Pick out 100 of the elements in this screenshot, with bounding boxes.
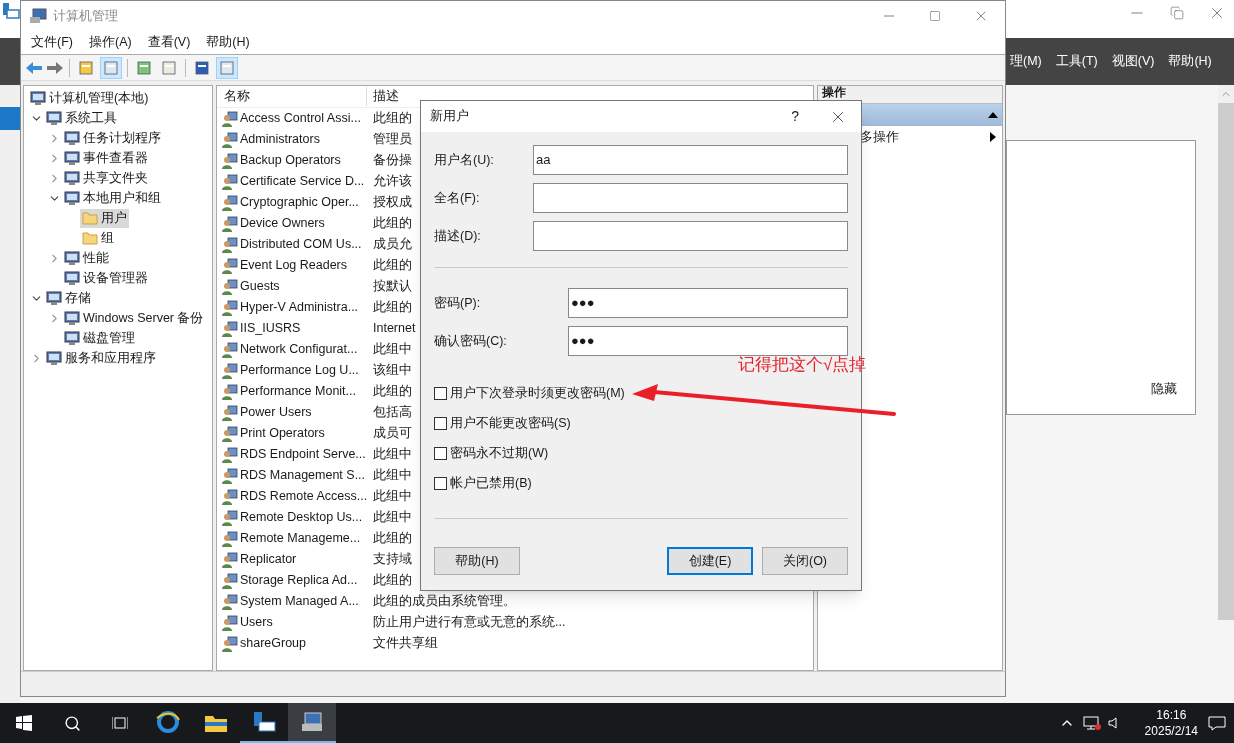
user-group-icon xyxy=(222,278,238,295)
group-description: 成员允 xyxy=(372,236,412,254)
user-group-icon xyxy=(222,320,238,337)
group-name: System Managed A... xyxy=(240,593,359,611)
group-description: 防止用户进行有意或无意的系统... xyxy=(372,614,566,632)
group-description: 此组的 xyxy=(372,110,412,128)
snap-in-icon xyxy=(46,110,62,126)
tree-item[interactable]: 共享文件夹 xyxy=(62,168,150,188)
maximize-icon[interactable] xyxy=(929,10,941,22)
scrollbar[interactable] xyxy=(1218,85,1234,620)
tree-item[interactable]: 任务计划程序 xyxy=(62,128,163,148)
checkbox[interactable]: 帐户已禁用(B) xyxy=(434,468,848,498)
group-description: 管理员 xyxy=(372,131,412,149)
menu-item[interactable]: 理(M) xyxy=(1010,52,1042,71)
menu-item[interactable]: 工具(T) xyxy=(1055,52,1098,71)
field-value: ●●● xyxy=(571,332,595,351)
group-name: shareGroup xyxy=(240,635,306,653)
input-field[interactable]: aa xyxy=(533,145,848,175)
group-description: 文件共享组 xyxy=(372,635,438,653)
menu-item[interactable]: 文件(F) xyxy=(31,33,73,52)
tree-item[interactable]: 存储 xyxy=(44,288,93,308)
checkbox[interactable]: 用户不能更改密码(S) xyxy=(434,408,848,438)
group-name: RDS Remote Access... xyxy=(240,488,368,506)
back-arrow-icon[interactable] xyxy=(25,60,43,75)
group-description: 包括高 xyxy=(372,404,412,422)
field-label: 描述(D): xyxy=(434,227,482,245)
clock[interactable]: 16:16 2025/2/14 xyxy=(1144,707,1198,739)
dialog-button[interactable]: 关闭(O) xyxy=(762,547,848,575)
help-button[interactable]: ? xyxy=(791,106,799,127)
column-header[interactable]: 名称 xyxy=(217,87,367,106)
menu-item[interactable]: 帮助(H) xyxy=(206,33,250,52)
tree-item[interactable]: 性能 xyxy=(62,248,111,268)
menu-item[interactable]: 视图(V) xyxy=(1111,52,1155,71)
tree-item[interactable]: 系统工具 xyxy=(44,108,119,128)
field-label: 确认密码(C): xyxy=(434,332,508,350)
checkbox[interactable]: 用户下次登录时须更改密码(M) xyxy=(434,378,848,408)
group-description: Internet xyxy=(372,320,416,338)
dialog-button[interactable]: 帮助(H) xyxy=(434,547,520,575)
tree-item[interactable]: 计算机管理(本地) xyxy=(28,88,151,108)
menu-item[interactable]: 操作(A) xyxy=(88,33,132,52)
group-description: 此组的 xyxy=(372,257,412,275)
group-name: Certificate Service D... xyxy=(240,173,365,191)
forward-arrow-icon[interactable] xyxy=(46,60,64,75)
menu-item[interactable]: 帮助(H) xyxy=(1168,52,1212,71)
group-name: Access Control Assi... xyxy=(240,110,361,128)
tree-item[interactable]: 服务和应用程序 xyxy=(44,348,158,368)
group-description: 授权成 xyxy=(372,194,412,212)
group-description: 此组的 xyxy=(372,530,412,548)
group-description: 此组中 xyxy=(372,341,412,359)
group-description: 按默认 xyxy=(372,278,412,296)
restore-icon[interactable] xyxy=(1170,6,1184,20)
tree-item[interactable]: 事件查看器 xyxy=(62,148,150,168)
field-label: 全名(F): xyxy=(434,189,481,207)
input-field[interactable] xyxy=(533,183,848,213)
checkbox[interactable]: 密码永不过期(W) xyxy=(434,438,848,468)
group-name: Replicator xyxy=(240,551,297,569)
pane-toggle-icon[interactable] xyxy=(216,56,238,79)
user-group-icon xyxy=(222,530,238,547)
group-name: Storage Replica Ad... xyxy=(240,572,358,590)
input-field[interactable]: ●●● xyxy=(568,326,848,356)
menu-item[interactable]: 查看(V) xyxy=(147,33,191,52)
group-name: Hyper-V Administra... xyxy=(240,299,359,317)
windows-logo-icon xyxy=(16,715,32,731)
group-description: 允许该 xyxy=(372,173,412,191)
input-field[interactable] xyxy=(533,221,848,251)
dialog-button[interactable]: 创建(E) xyxy=(667,547,753,575)
user-group-icon xyxy=(222,215,238,232)
pane-toggle-icon[interactable] xyxy=(100,56,122,79)
tree-item[interactable]: 用户 xyxy=(80,208,129,228)
snap-in-icon xyxy=(64,310,80,326)
snap-in-icon xyxy=(46,290,62,306)
column-header[interactable]: 描述 xyxy=(367,87,399,106)
clock-date: 2025/2/14 xyxy=(1144,723,1198,739)
group-description: 成员可 xyxy=(372,425,412,443)
tree-item[interactable]: Windows Server 备份 xyxy=(62,308,206,328)
field-label: 密码(P): xyxy=(434,294,482,312)
group-name: Network Configurat... xyxy=(240,341,358,359)
snap-in-icon xyxy=(64,190,80,206)
network-icon[interactable] xyxy=(1082,715,1101,731)
tree-item[interactable]: 磁盘管理 xyxy=(62,328,137,348)
user-group-icon xyxy=(222,446,238,463)
group-name: Users xyxy=(240,614,273,632)
user-group-icon xyxy=(222,152,238,169)
user-group-icon xyxy=(222,572,238,589)
group-name: Device Owners xyxy=(240,215,325,233)
group-name: Performance Log U... xyxy=(240,362,359,380)
group-description: 此组的 xyxy=(372,572,412,590)
group-name: RDS Endpoint Serve... xyxy=(240,446,366,464)
field-label: 用户名(U): xyxy=(434,151,495,169)
input-field[interactable]: ●●● xyxy=(568,288,848,318)
notification-icon[interactable] xyxy=(1208,715,1226,731)
group-name: Print Operators xyxy=(240,425,325,443)
tree-item[interactable]: 组 xyxy=(80,228,116,248)
group-name: Administrators xyxy=(240,131,320,149)
tree-item[interactable]: 设备管理器 xyxy=(62,268,150,288)
hide-link[interactable]: 隐藏 xyxy=(1151,378,1177,398)
tree-item[interactable]: 本地用户和组 xyxy=(62,188,163,208)
window-title: 计算机管理 xyxy=(53,7,118,26)
group-description: 此组的 xyxy=(372,383,412,401)
user-group-icon xyxy=(222,173,238,190)
